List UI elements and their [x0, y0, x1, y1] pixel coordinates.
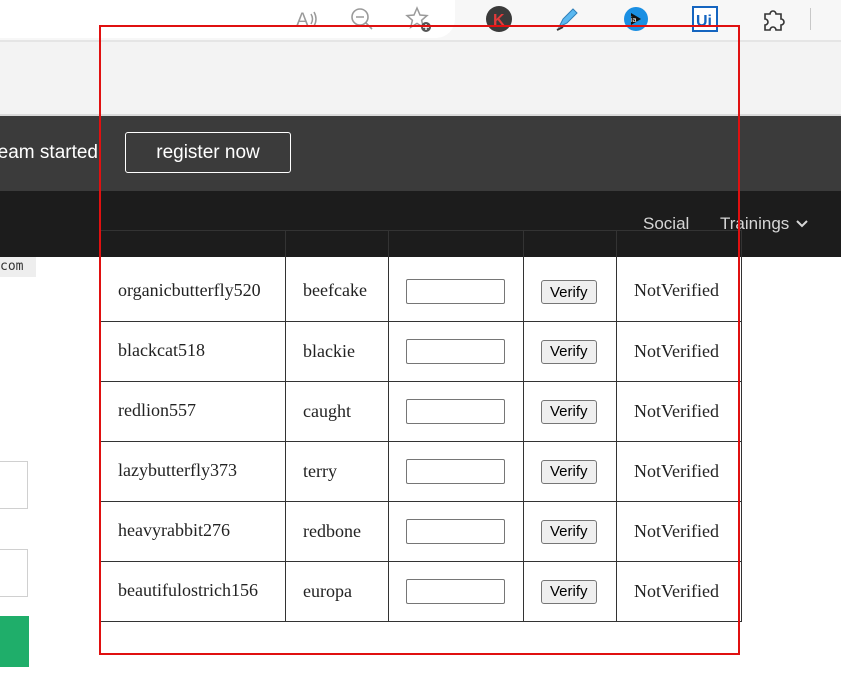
browser-toolbar: A K ia Ui	[0, 0, 841, 40]
user-verification-table: organicbutterfly520 beefcake Verify NotVeri…	[100, 230, 742, 654]
svg-text:ia: ia	[631, 17, 637, 24]
status-cell: NotVerified	[616, 230, 742, 322]
username-cell: blackcat518	[100, 321, 286, 382]
svg-text:A: A	[296, 10, 309, 31]
left-input-field-2[interactable]	[0, 549, 28, 597]
verify-cell: Verify	[523, 561, 617, 622]
chevron-down-icon	[796, 220, 809, 228]
table-row-empty	[100, 621, 742, 654]
table-row: heavyrabbit276 redbone Verify NotVerified	[100, 501, 742, 562]
password-cell: beefcake	[285, 230, 389, 322]
favorites-icon[interactable]	[403, 4, 433, 34]
username-cell: redlion557	[100, 381, 286, 442]
verify-button[interactable]: Verify	[541, 339, 597, 364]
table-row: organicbutterfly520 beefcake Verify NotVeri…	[100, 230, 742, 322]
left-submit-button[interactable]	[0, 616, 29, 667]
username-cell: heavyrabbit276	[100, 501, 286, 562]
register-now-button[interactable]: register now	[125, 132, 291, 173]
status-cell: NotVerified	[616, 501, 742, 562]
password-cell: redbone	[285, 501, 389, 562]
code-cell	[388, 321, 524, 382]
verify-cell: Verify	[523, 501, 617, 562]
left-text-fragment: com	[0, 257, 36, 277]
table-row: blackcat518 blackie Verify NotVerified	[100, 321, 742, 382]
verify-cell: Verify	[523, 381, 617, 442]
verify-cell: Verify	[523, 441, 617, 502]
code-cell	[388, 230, 524, 322]
read-aloud-icon[interactable]: A	[292, 4, 322, 34]
table-footer-cell	[100, 621, 742, 654]
username-cell: organicbutterfly520	[100, 230, 286, 322]
status-cell: NotVerified	[616, 321, 742, 382]
username-cell: beautifulostrich156	[100, 561, 286, 622]
status-cell: NotVerified	[616, 561, 742, 622]
page-header-area	[0, 42, 841, 116]
code-cell	[388, 561, 524, 622]
verify-button[interactable]: Verify	[541, 280, 597, 304]
table-row: beautifulostrich156 europa Verify NotVerifi…	[100, 561, 742, 622]
status-cell: NotVerified	[616, 441, 742, 502]
password-cell: blackie	[285, 321, 389, 382]
verification-code-input[interactable]	[406, 459, 505, 484]
verify-cell: Verify	[523, 230, 617, 322]
address-bar[interactable]	[0, 0, 455, 38]
table-row: redlion557 caught Verify NotVerified	[100, 381, 742, 442]
svg-text:K: K	[493, 12, 505, 29]
toolbar-separator	[810, 8, 811, 30]
ui-extension-icon[interactable]: Ui	[690, 4, 720, 34]
banner-text: eam started	[0, 142, 98, 163]
verify-button[interactable]: Verify	[541, 579, 597, 604]
password-cell: terry	[285, 441, 389, 502]
verify-button[interactable]: Verify	[541, 399, 597, 424]
table-row: lazybutterfly373 terry Verify NotVerified	[100, 441, 742, 502]
svg-text:Ui: Ui	[696, 13, 712, 30]
verification-code-input[interactable]	[406, 579, 505, 604]
password-cell: europa	[285, 561, 389, 622]
extensions-puzzle-icon[interactable]	[758, 4, 788, 34]
verification-code-input[interactable]	[406, 399, 505, 424]
verify-button[interactable]: Verify	[541, 459, 597, 484]
verify-cell: Verify	[523, 321, 617, 382]
ia-extension-icon[interactable]: ia	[621, 4, 651, 34]
verification-code-input[interactable]	[406, 519, 505, 544]
verification-code-input[interactable]	[406, 279, 505, 304]
code-cell	[388, 501, 524, 562]
password-cell: caught	[285, 381, 389, 442]
code-cell	[388, 441, 524, 502]
verification-code-input[interactable]	[406, 339, 505, 364]
username-cell: lazybutterfly373	[100, 441, 286, 502]
code-cell	[388, 381, 524, 442]
zoom-out-icon[interactable]	[347, 4, 377, 34]
left-input-field-1[interactable]	[0, 461, 28, 509]
highlighter-extension-icon[interactable]	[552, 4, 582, 34]
verify-button[interactable]: Verify	[541, 519, 597, 544]
k-extension-icon[interactable]: K	[484, 4, 514, 34]
status-cell: NotVerified	[616, 381, 742, 442]
